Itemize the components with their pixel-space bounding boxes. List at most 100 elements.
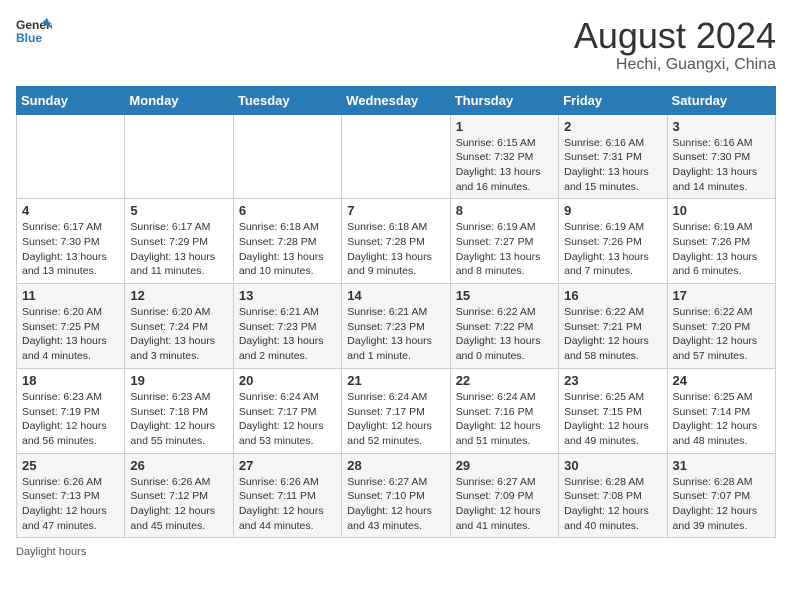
calendar-cell: 24 Sunrise: 6:25 AM Sunset: 7:14 PM Dayli… [667, 368, 775, 453]
calendar-cell: 18 Sunrise: 6:23 AM Sunset: 7:19 PM Dayli… [17, 368, 125, 453]
calendar-cell: 17 Sunrise: 6:22 AM Sunset: 7:20 PM Dayli… [667, 284, 775, 369]
day-info: Sunrise: 6:24 AM Sunset: 7:17 PM Dayligh… [347, 390, 444, 449]
calendar-cell: 7Sunrise: 6:18 AM Sunset: 7:28 PM Daylig… [342, 199, 450, 284]
day-info: Sunrise: 6:23 AM Sunset: 7:18 PM Dayligh… [130, 390, 227, 449]
calendar-cell: 16Sunrise: 6:22 AM Sunset: 7:21 PM Dayli… [559, 284, 667, 369]
svg-text:Blue: Blue [16, 31, 42, 45]
weekday-header-row: SundayMondayTuesdayWednesdayThursdayFrid… [17, 86, 776, 114]
day-info: Sunrise: 6:24 AM Sunset: 7:17 PM Dayligh… [239, 390, 336, 449]
calendar-cell: 4Sunrise: 6:17 AM Sunset: 7:30 PM Daylig… [17, 199, 125, 284]
calendar-cell: 31 Sunrise: 6:28 AM Sunset: 7:07 PM Dayli… [667, 453, 775, 538]
day-info: Sunrise: 6:27 AM Sunset: 7:09 PM Dayligh… [456, 475, 553, 534]
calendar-cell: 12Sunrise: 6:20 AM Sunset: 7:24 PM Dayli… [125, 284, 233, 369]
week-row-5: 25 Sunrise: 6:26 AM Sunset: 7:13 PM Dayli… [17, 453, 776, 538]
calendar-cell: 13Sunrise: 6:21 AM Sunset: 7:23 PM Dayli… [233, 284, 341, 369]
weekday-header-tuesday: Tuesday [233, 86, 341, 114]
day-number: 10 [673, 203, 770, 218]
day-info: Sunrise: 6:20 AM Sunset: 7:25 PM Dayligh… [22, 305, 119, 364]
day-number: 11 [22, 288, 119, 303]
logo-svg: General Blue [16, 16, 52, 46]
day-info: Sunrise: 6:23 AM Sunset: 7:19 PM Dayligh… [22, 390, 119, 449]
week-row-2: 4Sunrise: 6:17 AM Sunset: 7:30 PM Daylig… [17, 199, 776, 284]
week-row-4: 18 Sunrise: 6:23 AM Sunset: 7:19 PM Dayli… [17, 368, 776, 453]
day-info: Sunrise: 6:19 AM Sunset: 7:27 PM Dayligh… [456, 220, 553, 279]
calendar-cell: 3 Sunrise: 6:16 AM Sunset: 7:30 PM Daylig… [667, 114, 775, 199]
day-number: 15 [456, 288, 553, 303]
location-subtitle: Hechi, Guangxi, China [574, 56, 776, 74]
day-number: 4 [22, 203, 119, 218]
calendar-cell: 6 Sunrise: 6:18 AM Sunset: 7:28 PM Daylig… [233, 199, 341, 284]
day-info: Sunrise: 6:25 AM Sunset: 7:14 PM Dayligh… [673, 390, 770, 449]
day-info: Sunrise: 6:21 AM Sunset: 7:23 PM Dayligh… [239, 305, 336, 364]
day-number: 31 [673, 458, 770, 473]
calendar-cell: 26Sunrise: 6:26 AM Sunset: 7:12 PM Dayli… [125, 453, 233, 538]
calendar-cell: 11 Sunrise: 6:20 AM Sunset: 7:25 PM Dayli… [17, 284, 125, 369]
day-number: 18 [22, 373, 119, 388]
calendar-cell: 21 Sunrise: 6:24 AM Sunset: 7:17 PM Dayli… [342, 368, 450, 453]
day-info: Sunrise: 6:19 AM Sunset: 7:26 PM Dayligh… [564, 220, 661, 279]
day-number: 2 [564, 119, 661, 134]
calendar-cell: 2 Sunrise: 6:16 AM Sunset: 7:31 PM Daylig… [559, 114, 667, 199]
day-info: Sunrise: 6:22 AM Sunset: 7:20 PM Dayligh… [673, 305, 770, 364]
day-info: Sunrise: 6:16 AM Sunset: 7:31 PM Dayligh… [564, 136, 661, 195]
calendar-cell: 22 Sunrise: 6:24 AM Sunset: 7:16 PM Dayli… [450, 368, 558, 453]
title-area: August 2024 Hechi, Guangxi, China [574, 16, 776, 74]
day-number: 22 [456, 373, 553, 388]
day-number: 30 [564, 458, 661, 473]
calendar-cell: 19 Sunrise: 6:23 AM Sunset: 7:18 PM Dayli… [125, 368, 233, 453]
day-number: 9 [564, 203, 661, 218]
day-number: 29 [456, 458, 553, 473]
day-info: Sunrise: 6:24 AM Sunset: 7:16 PM Dayligh… [456, 390, 553, 449]
day-info: Sunrise: 6:26 AM Sunset: 7:13 PM Dayligh… [22, 475, 119, 534]
day-info: Sunrise: 6:18 AM Sunset: 7:28 PM Dayligh… [239, 220, 336, 279]
calendar-cell: 20 Sunrise: 6:24 AM Sunset: 7:17 PM Dayli… [233, 368, 341, 453]
calendar-cell [17, 114, 125, 199]
day-info: Sunrise: 6:22 AM Sunset: 7:21 PM Dayligh… [564, 305, 661, 364]
month-year-title: August 2024 [574, 16, 776, 56]
calendar-cell: 25 Sunrise: 6:26 AM Sunset: 7:13 PM Dayli… [17, 453, 125, 538]
weekday-header-sunday: Sunday [17, 86, 125, 114]
week-row-3: 11 Sunrise: 6:20 AM Sunset: 7:25 PM Dayli… [17, 284, 776, 369]
footer-note: Daylight hours [16, 546, 776, 558]
calendar-cell: 23 Sunrise: 6:25 AM Sunset: 7:15 PM Dayli… [559, 368, 667, 453]
calendar-cell [233, 114, 341, 199]
calendar-cell: 1 Sunrise: 6:15 AM Sunset: 7:32 PM Daylig… [450, 114, 558, 199]
calendar-cell: 10Sunrise: 6:19 AM Sunset: 7:26 PM Dayli… [667, 199, 775, 284]
day-number: 12 [130, 288, 227, 303]
calendar-cell: 27Sunrise: 6:26 AM Sunset: 7:11 PM Dayli… [233, 453, 341, 538]
day-number: 6 [239, 203, 336, 218]
calendar-cell: 14 Sunrise: 6:21 AM Sunset: 7:23 PM Dayli… [342, 284, 450, 369]
calendar-cell [342, 114, 450, 199]
day-number: 19 [130, 373, 227, 388]
calendar-cell: 15Sunrise: 6:22 AM Sunset: 7:22 PM Dayli… [450, 284, 558, 369]
day-info: Sunrise: 6:16 AM Sunset: 7:30 PM Dayligh… [673, 136, 770, 195]
calendar-cell: 30 Sunrise: 6:28 AM Sunset: 7:08 PM Dayli… [559, 453, 667, 538]
day-info: Sunrise: 6:21 AM Sunset: 7:23 PM Dayligh… [347, 305, 444, 364]
day-info: Sunrise: 6:25 AM Sunset: 7:15 PM Dayligh… [564, 390, 661, 449]
day-number: 25 [22, 458, 119, 473]
calendar-cell: 28 Sunrise: 6:27 AM Sunset: 7:10 PM Dayli… [342, 453, 450, 538]
header: General Blue August 2024 Hechi, Guangxi,… [16, 16, 776, 74]
day-number: 27 [239, 458, 336, 473]
day-info: Sunrise: 6:28 AM Sunset: 7:07 PM Dayligh… [673, 475, 770, 534]
day-number: 20 [239, 373, 336, 388]
day-info: Sunrise: 6:27 AM Sunset: 7:10 PM Dayligh… [347, 475, 444, 534]
calendar-cell: 9 Sunrise: 6:19 AM Sunset: 7:26 PM Daylig… [559, 199, 667, 284]
day-number: 14 [347, 288, 444, 303]
day-number: 23 [564, 373, 661, 388]
day-number: 21 [347, 373, 444, 388]
day-number: 8 [456, 203, 553, 218]
calendar-cell: 5Sunrise: 6:17 AM Sunset: 7:29 PM Daylig… [125, 199, 233, 284]
day-number: 3 [673, 119, 770, 134]
day-number: 28 [347, 458, 444, 473]
calendar-cell: 29 Sunrise: 6:27 AM Sunset: 7:09 PM Dayli… [450, 453, 558, 538]
day-number: 17 [673, 288, 770, 303]
day-number: 24 [673, 373, 770, 388]
day-number: 5 [130, 203, 227, 218]
day-info: Sunrise: 6:28 AM Sunset: 7:08 PM Dayligh… [564, 475, 661, 534]
day-number: 1 [456, 119, 553, 134]
day-number: 26 [130, 458, 227, 473]
day-info: Sunrise: 6:15 AM Sunset: 7:32 PM Dayligh… [456, 136, 553, 195]
day-info: Sunrise: 6:18 AM Sunset: 7:28 PM Dayligh… [347, 220, 444, 279]
calendar-table: SundayMondayTuesdayWednesdayThursdayFrid… [16, 86, 776, 539]
